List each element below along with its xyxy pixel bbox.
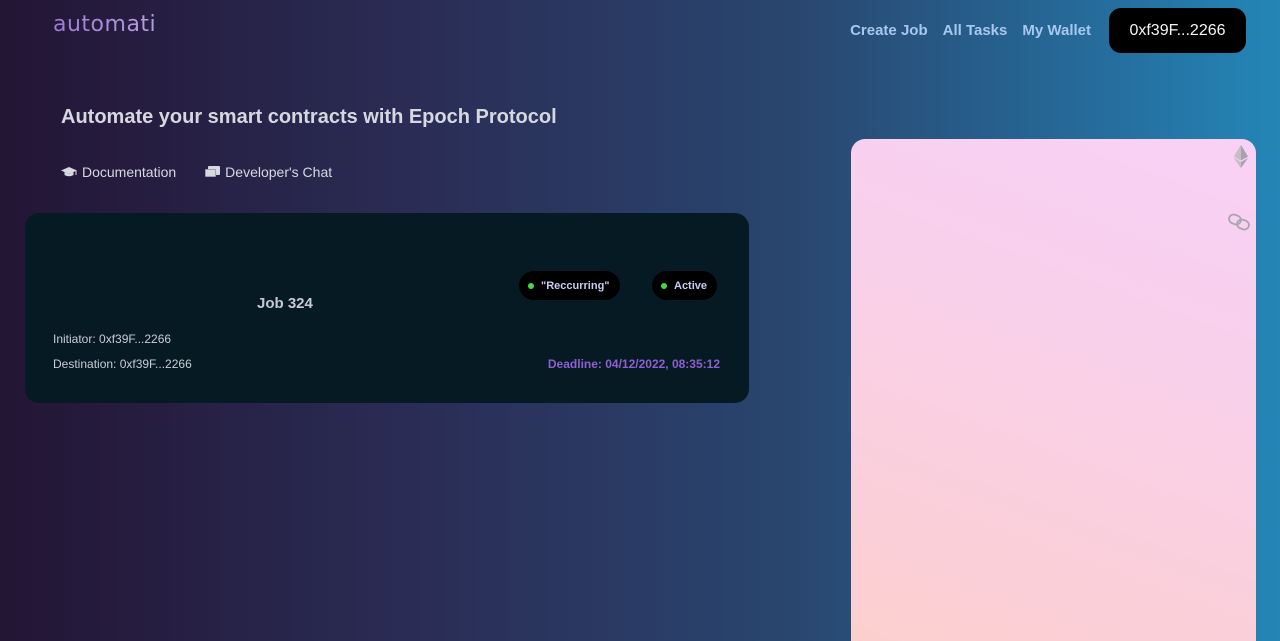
job-destination: Destination: 0xf39F...2266 — [53, 357, 192, 371]
job-type-label: "Reccurring" — [541, 279, 610, 292]
job-title: Job 324 — [257, 295, 313, 312]
status-dot — [661, 282, 667, 289]
page-headline: Automate your smart contracts with Epoch… — [61, 106, 557, 128]
link-icon[interactable] — [1228, 213, 1250, 231]
nav-all-tasks-link[interactable]: All Tasks — [943, 22, 1008, 39]
developers-chat-link[interactable]: Developer's Chat — [205, 164, 332, 180]
ethereum-icon[interactable] — [1234, 145, 1248, 168]
wallet-address-button[interactable]: 0xf39F...2266 — [1109, 8, 1246, 53]
side-panel — [851, 139, 1256, 641]
developers-chat-label: Developer's Chat — [225, 164, 333, 180]
app-logo[interactable]: automati — [53, 12, 156, 37]
top-nav: Create Job All Tasks My Wallet 0xf39F...… — [850, 8, 1246, 53]
chat-icon — [205, 165, 221, 177]
nav-create-job-link[interactable]: Create Job — [850, 22, 928, 39]
job-deadline: Deadline: 04/12/2022, 08:35:12 — [547, 357, 720, 371]
status-dot — [528, 282, 534, 289]
job-initiator: Initiator: 0xf39F...2266 — [53, 332, 172, 346]
job-card[interactable]: "Reccurring" Active Job 324 Initiator: 0… — [25, 213, 749, 403]
documentation-label: Documentation — [82, 164, 177, 180]
job-status-badge: Active — [652, 271, 718, 300]
job-type-badge: "Reccurring" — [519, 271, 620, 300]
resource-links: Documentation Developer's Chat — [61, 164, 361, 180]
nav-my-wallet-link[interactable]: My Wallet — [1022, 22, 1091, 39]
graduation-cap-icon — [61, 167, 77, 177]
job-status-label: Active — [674, 279, 708, 292]
documentation-link[interactable]: Documentation — [61, 164, 176, 180]
